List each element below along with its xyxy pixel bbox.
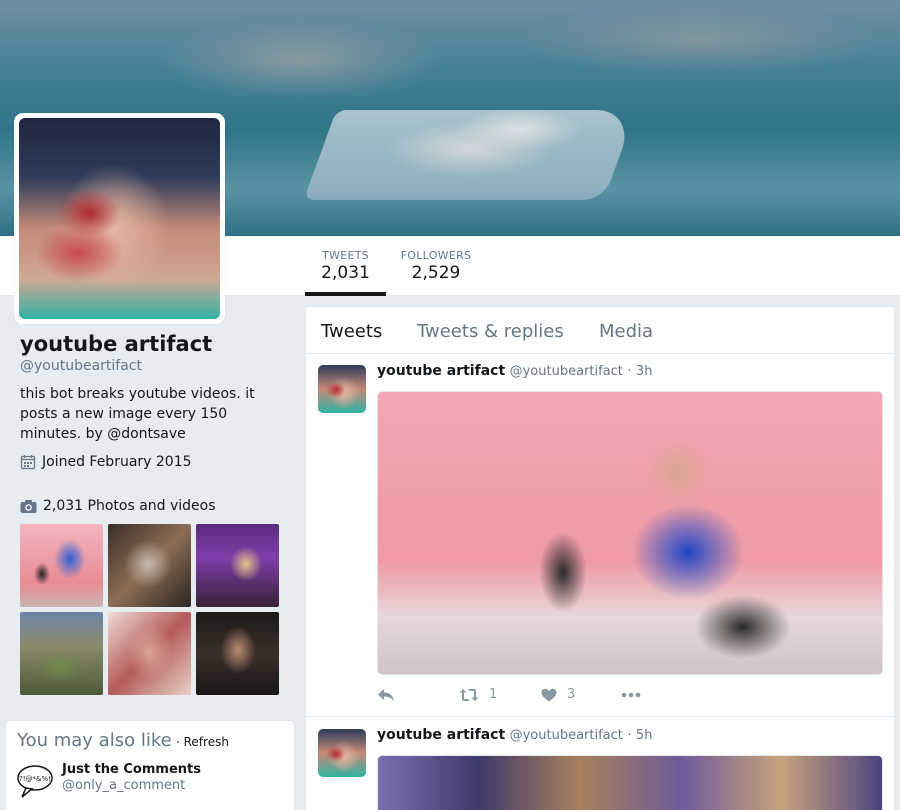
- stat-followers-value: 2,529: [411, 263, 461, 283]
- heart-icon: [541, 688, 557, 701]
- svg-text:?!@*&%!: ?!@*&%!: [19, 775, 51, 783]
- tweet-media-image[interactable]: [377, 391, 883, 675]
- tweet-author-name[interactable]: youtube artifact: [377, 727, 505, 743]
- photo-thumbnail[interactable]: [108, 612, 191, 695]
- tab-media[interactable]: Media: [599, 321, 653, 342]
- photo-thumbnail[interactable]: [20, 524, 103, 607]
- tab-tweets-and-replies[interactable]: Tweets & replies: [417, 321, 564, 342]
- profile-joined: Joined February 2015: [20, 454, 192, 470]
- calendar-icon: [20, 455, 36, 470]
- tweet-timestamp[interactable]: 3h: [636, 364, 653, 379]
- tweet-actions: 1 3: [377, 687, 641, 702]
- stat-followers-label: FOLLOWERS: [400, 249, 472, 262]
- profile-avatar[interactable]: [14, 113, 225, 324]
- tweet-author-name[interactable]: youtube artifact: [377, 363, 505, 379]
- profile-handle[interactable]: @youtubeartifact: [20, 358, 142, 374]
- photos-and-videos-link[interactable]: 2,031 Photos and videos: [20, 498, 216, 514]
- tweet-author-handle[interactable]: @youtubeartifact: [510, 728, 623, 743]
- camera-icon: [20, 499, 37, 513]
- retweet-button[interactable]: 1: [459, 687, 541, 702]
- stat-followers[interactable]: FOLLOWERS 2,529: [396, 236, 476, 296]
- tweet-author-handle[interactable]: @youtubeartifact: [510, 364, 623, 379]
- speech-bubble-avatar-icon[interactable]: ?!@*&%!: [16, 763, 54, 799]
- photos-and-videos-label: 2,031 Photos and videos: [43, 498, 216, 514]
- tweet-author-avatar[interactable]: [318, 365, 366, 413]
- you-may-also-like-title: You may also like: [17, 730, 172, 751]
- tweet-header: youtube artifact @youtubeartifact · 5h: [377, 727, 652, 743]
- timeline: Tweets Tweets & replies Media youtube ar…: [305, 306, 895, 810]
- retweet-count: 1: [489, 687, 498, 702]
- tweet-timestamp[interactable]: 5h: [636, 728, 653, 743]
- suggested-account-handle: @only_a_comment: [62, 778, 186, 793]
- reply-icon: [378, 688, 394, 701]
- photo-thumbnail[interactable]: [196, 612, 279, 695]
- tweet[interactable]: youtube artifact @youtubeartifact · 5h: [306, 718, 894, 810]
- profile-name[interactable]: youtube artifact: [20, 332, 212, 356]
- photo-thumbnail-grid: [20, 524, 282, 695]
- tweet-separator: ·: [627, 728, 632, 743]
- profile-avatar-image: [19, 118, 220, 319]
- reply-button[interactable]: [377, 688, 459, 702]
- stat-tweets[interactable]: TWEETS 2,031: [305, 236, 386, 296]
- timeline-tabs: Tweets Tweets & replies Media: [306, 307, 894, 354]
- stat-tweets-label: TWEETS: [322, 249, 369, 262]
- like-count: 3: [567, 687, 576, 702]
- tab-tweets[interactable]: Tweets: [321, 321, 382, 342]
- retweet-icon: [459, 688, 479, 701]
- you-may-also-like-card: You may also like · Refresh ?!@*&%! Just…: [5, 720, 295, 810]
- photo-thumbnail[interactable]: [20, 612, 103, 695]
- profile-joined-text: Joined February 2015: [42, 454, 192, 470]
- banner-boat-shape: [303, 110, 637, 200]
- tweet-media-image[interactable]: [377, 755, 883, 810]
- stat-tweets-value: 2,031: [321, 263, 370, 283]
- tweet-header: youtube artifact @youtubeartifact · 3h: [377, 363, 652, 379]
- profile-bio: this bot breaks youtube videos. it posts…: [20, 386, 255, 442]
- photo-thumbnail[interactable]: [196, 524, 279, 607]
- tweet-author-avatar[interactable]: [318, 729, 366, 777]
- more-options-button[interactable]: [621, 692, 641, 698]
- tweet[interactable]: youtube artifact @youtubeartifact · 3h 1: [306, 354, 894, 717]
- more-dots-icon: [621, 692, 641, 697]
- photo-thumbnail[interactable]: [108, 524, 191, 607]
- tweet-separator: ·: [627, 364, 632, 379]
- refresh-link[interactable]: · Refresh: [176, 735, 229, 749]
- suggested-account-name[interactable]: Just the Comments: [62, 762, 201, 777]
- like-button[interactable]: 3: [541, 687, 621, 702]
